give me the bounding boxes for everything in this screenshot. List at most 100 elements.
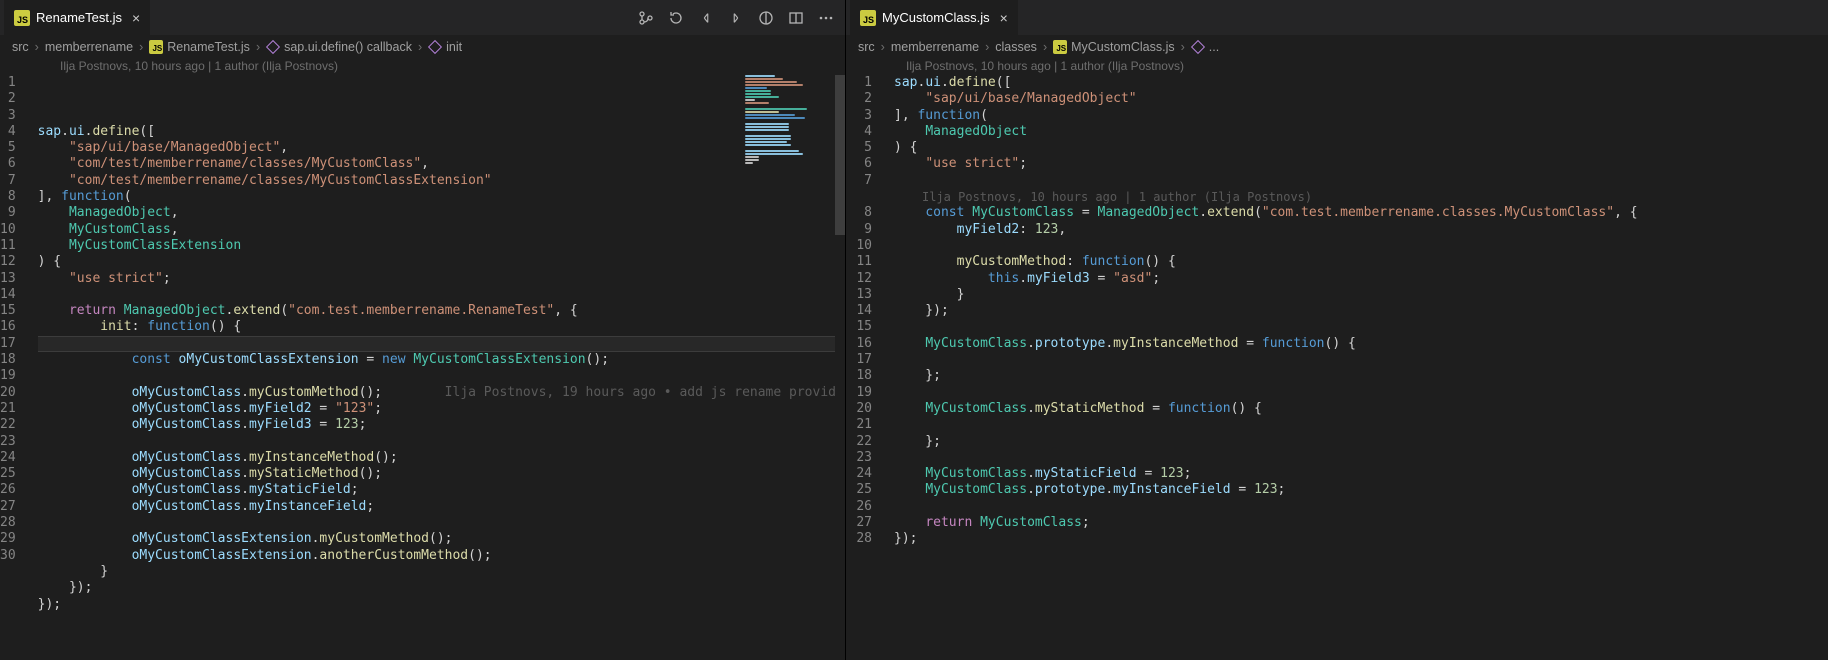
- code-line[interactable]: MyCustomClass,: [38, 222, 845, 238]
- code-line[interactable]: const oMyCustomClassExtension = new MyCu…: [38, 352, 845, 368]
- code-line[interactable]: oMyCustomClass.myCustomMethod(); Ilja Po…: [38, 385, 845, 401]
- code-line[interactable]: sap.ui.define([: [894, 75, 1828, 91]
- code-area-left[interactable]: 1234567891011121314151617181920212223242…: [0, 75, 845, 660]
- code-line[interactable]: "sap/ui/base/ManagedObject": [894, 91, 1828, 107]
- code-line[interactable]: "use strict";: [38, 271, 845, 287]
- breadcrumb-item[interactable]: JSMyCustomClass.js: [1053, 40, 1175, 54]
- code-line[interactable]: [894, 417, 1828, 433]
- tab-my-custom-class[interactable]: JS MyCustomClass.js ×: [850, 0, 1019, 35]
- source-control-icon[interactable]: [637, 9, 655, 27]
- code-line[interactable]: [38, 434, 845, 450]
- code-lines-left[interactable]: sap.ui.define([ "sap/ui/base/ManagedObje…: [38, 75, 845, 660]
- code-lines-right[interactable]: sap.ui.define([ "sap/ui/base/ManagedObje…: [894, 75, 1828, 660]
- toggle-icon[interactable]: [757, 9, 775, 27]
- close-icon[interactable]: ×: [132, 11, 140, 25]
- code-line[interactable]: "com/test/memberrename/classes/MyCustomC…: [38, 173, 845, 189]
- code-line[interactable]: }: [894, 287, 1828, 303]
- code-line[interactable]: "sap/ui/base/ManagedObject",: [38, 140, 845, 156]
- breadcrumb-label: src: [12, 40, 29, 54]
- code-line[interactable]: [38, 287, 845, 303]
- tab-rename-test[interactable]: JS RenameTest.js ×: [4, 0, 151, 35]
- chevron-right-icon: ›: [1043, 40, 1047, 54]
- breadcrumb-item[interactable]: memberrename: [45, 40, 133, 54]
- next-icon[interactable]: [727, 9, 745, 27]
- breadcrumb-item[interactable]: init: [428, 40, 462, 54]
- code-line[interactable]: const MyCustomClass = ManagedObject.exte…: [894, 205, 1828, 221]
- scrollbar-left[interactable]: [835, 75, 845, 660]
- breadcrumbs-right[interactable]: src›memberrename›classes›JSMyCustomClass…: [846, 35, 1828, 57]
- code-line[interactable]: myCustomMethod: function() {: [894, 254, 1828, 270]
- method-icon: [266, 40, 280, 54]
- code-line[interactable]: MyCustomClass.myStaticMethod = function(…: [894, 401, 1828, 417]
- breadcrumb-item[interactable]: JSRenameTest.js: [149, 40, 250, 54]
- code-line[interactable]: });: [894, 531, 1828, 547]
- code-line[interactable]: ], function(: [38, 189, 845, 205]
- code-line[interactable]: MyCustomClass.myStaticField = 123;: [894, 466, 1828, 482]
- revert-icon[interactable]: [667, 9, 685, 27]
- code-line[interactable]: [894, 173, 1828, 189]
- method-icon: [1191, 40, 1205, 54]
- code-line[interactable]: [894, 450, 1828, 466]
- more-icon[interactable]: [817, 9, 835, 27]
- split-editor-icon[interactable]: [787, 9, 805, 27]
- code-line[interactable]: this.myField3 = "asd";: [894, 271, 1828, 287]
- code-line[interactable]: "com/test/memberrename/classes/MyCustomC…: [38, 156, 845, 172]
- tabbar-right: JS MyCustomClass.js ×: [846, 0, 1828, 35]
- code-line[interactable]: ManagedObject,: [38, 205, 845, 221]
- breadcrumb-item[interactable]: sap.ui.define() callback: [266, 40, 412, 54]
- code-line[interactable]: ], function(: [894, 108, 1828, 124]
- editor-toolbar: [627, 0, 845, 35]
- breadcrumb-item[interactable]: classes: [995, 40, 1037, 54]
- code-line[interactable]: sap.ui.define([: [38, 124, 845, 140]
- chevron-right-icon: ›: [985, 40, 989, 54]
- breadcrumb-label: init: [446, 40, 462, 54]
- code-line[interactable]: "use strict";: [894, 156, 1828, 172]
- tabbar-left: JS RenameTest.js ×: [0, 0, 845, 35]
- code-line[interactable]: return MyCustomClass;: [894, 515, 1828, 531]
- code-line[interactable]: oMyCustomClass.myStaticField;: [38, 482, 845, 498]
- breadcrumbs-left[interactable]: src›memberrename›JSRenameTest.js›sap.ui.…: [0, 35, 845, 57]
- code-line[interactable]: oMyCustomClassExtension.anotherCustomMet…: [38, 548, 845, 564]
- prev-icon[interactable]: [697, 9, 715, 27]
- code-line[interactable]: oMyCustomClass.myInstanceField;: [38, 499, 845, 515]
- code-line[interactable]: myField2: 123,: [894, 222, 1828, 238]
- code-line[interactable]: });: [894, 303, 1828, 319]
- code-line[interactable]: init: function() {: [38, 319, 845, 335]
- code-line[interactable]: MyCustomClass.prototype.myInstanceField …: [894, 482, 1828, 498]
- code-line[interactable]: oMyCustomClass.myField2 = "123";: [38, 401, 845, 417]
- code-line[interactable]: });: [38, 580, 845, 596]
- code-line[interactable]: return ManagedObject.extend("com.test.me…: [38, 303, 845, 319]
- code-line[interactable]: [894, 499, 1828, 515]
- code-line[interactable]: oMyCustomClassExtension.myCustomMethod()…: [38, 531, 845, 547]
- code-line[interactable]: oMyCustomClass.myField3 = 123;: [38, 417, 845, 433]
- code-area-right[interactable]: 1234567891011121314151617181920212223242…: [846, 75, 1828, 660]
- breadcrumb-item[interactable]: src: [12, 40, 29, 54]
- code-line[interactable]: MyCustomClass.prototype.myInstanceMethod…: [894, 336, 1828, 352]
- author-line-right: Ilja Postnovs, 10 hours ago | 1 author (…: [846, 57, 1828, 75]
- code-line[interactable]: oMyCustomClass.myStaticMethod();: [38, 466, 845, 482]
- code-line[interactable]: const oMyCustomClass = new MyCustomClass…: [38, 336, 845, 352]
- code-line[interactable]: ) {: [38, 254, 845, 270]
- breadcrumb-item[interactable]: memberrename: [891, 40, 979, 54]
- close-icon[interactable]: ×: [1000, 11, 1008, 25]
- code-line[interactable]: [894, 385, 1828, 401]
- breadcrumb-item[interactable]: src: [858, 40, 875, 54]
- chevron-right-icon: ›: [256, 40, 260, 54]
- code-line[interactable]: MyCustomClassExtension: [38, 238, 845, 254]
- code-line[interactable]: [894, 352, 1828, 368]
- code-line[interactable]: [894, 238, 1828, 254]
- code-line[interactable]: oMyCustomClass.myInstanceMethod();: [38, 450, 845, 466]
- code-line[interactable]: ) {: [894, 140, 1828, 156]
- breadcrumb-label: classes: [995, 40, 1037, 54]
- code-line[interactable]: }: [38, 564, 845, 580]
- breadcrumb-label: memberrename: [891, 40, 979, 54]
- code-line[interactable]: ManagedObject: [894, 124, 1828, 140]
- code-line[interactable]: };: [894, 368, 1828, 384]
- chevron-right-icon: ›: [418, 40, 422, 54]
- code-line[interactable]: [38, 368, 845, 384]
- code-line[interactable]: [38, 515, 845, 531]
- code-line[interactable]: };: [894, 434, 1828, 450]
- code-line[interactable]: });: [38, 597, 845, 613]
- code-line[interactable]: [894, 319, 1828, 335]
- breadcrumb-item[interactable]: ...: [1191, 40, 1219, 54]
